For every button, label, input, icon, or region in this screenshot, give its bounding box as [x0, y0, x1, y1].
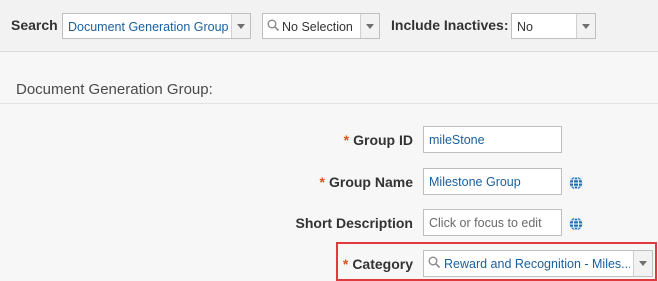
required-marker: * — [343, 132, 350, 148]
chevron-down-icon[interactable] — [231, 14, 250, 38]
group-name-field[interactable]: Milestone Group — [423, 168, 562, 195]
selection-value: No Selection — [282, 20, 353, 34]
required-marker: * — [342, 256, 349, 272]
short-description-field[interactable]: Click or focus to edit — [423, 209, 562, 236]
category-select[interactable]: Reward and Recognition - Miles... — [423, 250, 653, 277]
globe-icon[interactable] — [569, 176, 583, 190]
search-label: Search — [11, 17, 58, 33]
group-name-label-text: Group Name — [328, 174, 413, 190]
group-id-value: mileStone — [429, 133, 485, 147]
search-type-select[interactable]: Document Generation Group — [62, 13, 251, 39]
include-inactives-select[interactable]: No — [511, 13, 596, 39]
include-inactives-value: No — [517, 20, 533, 34]
category-label: * Category — [343, 256, 413, 272]
required-marker: * — [319, 174, 325, 190]
group-name-value: Milestone Group — [429, 175, 521, 189]
short-description-label: Short Description — [295, 215, 413, 231]
group-id-label-text: Group ID — [353, 132, 413, 148]
globe-icon[interactable] — [569, 217, 583, 231]
category-label-text: Category — [352, 256, 413, 272]
chevron-down-icon[interactable] — [576, 14, 595, 38]
search-toolbar: Search Document Generation Group No Sele… — [0, 0, 658, 52]
group-id-field[interactable]: mileStone — [423, 126, 562, 153]
chevron-down-icon[interactable] — [633, 251, 652, 276]
group-id-label: * Group ID — [344, 132, 413, 148]
section-title: Document Generation Group: — [16, 81, 213, 98]
search-type-value: Document Generation Group — [68, 20, 229, 34]
short-description-placeholder: Click or focus to edit — [429, 216, 542, 230]
group-name-label: * Group Name — [320, 174, 413, 190]
section-divider — [0, 103, 658, 104]
chevron-down-icon[interactable] — [360, 14, 379, 38]
selection-select[interactable]: No Selection — [262, 13, 380, 39]
search-icon — [428, 256, 441, 269]
search-icon — [267, 19, 280, 32]
category-value: Reward and Recognition - Miles... — [444, 257, 630, 271]
include-inactives-label: Include Inactives: — [391, 17, 509, 33]
